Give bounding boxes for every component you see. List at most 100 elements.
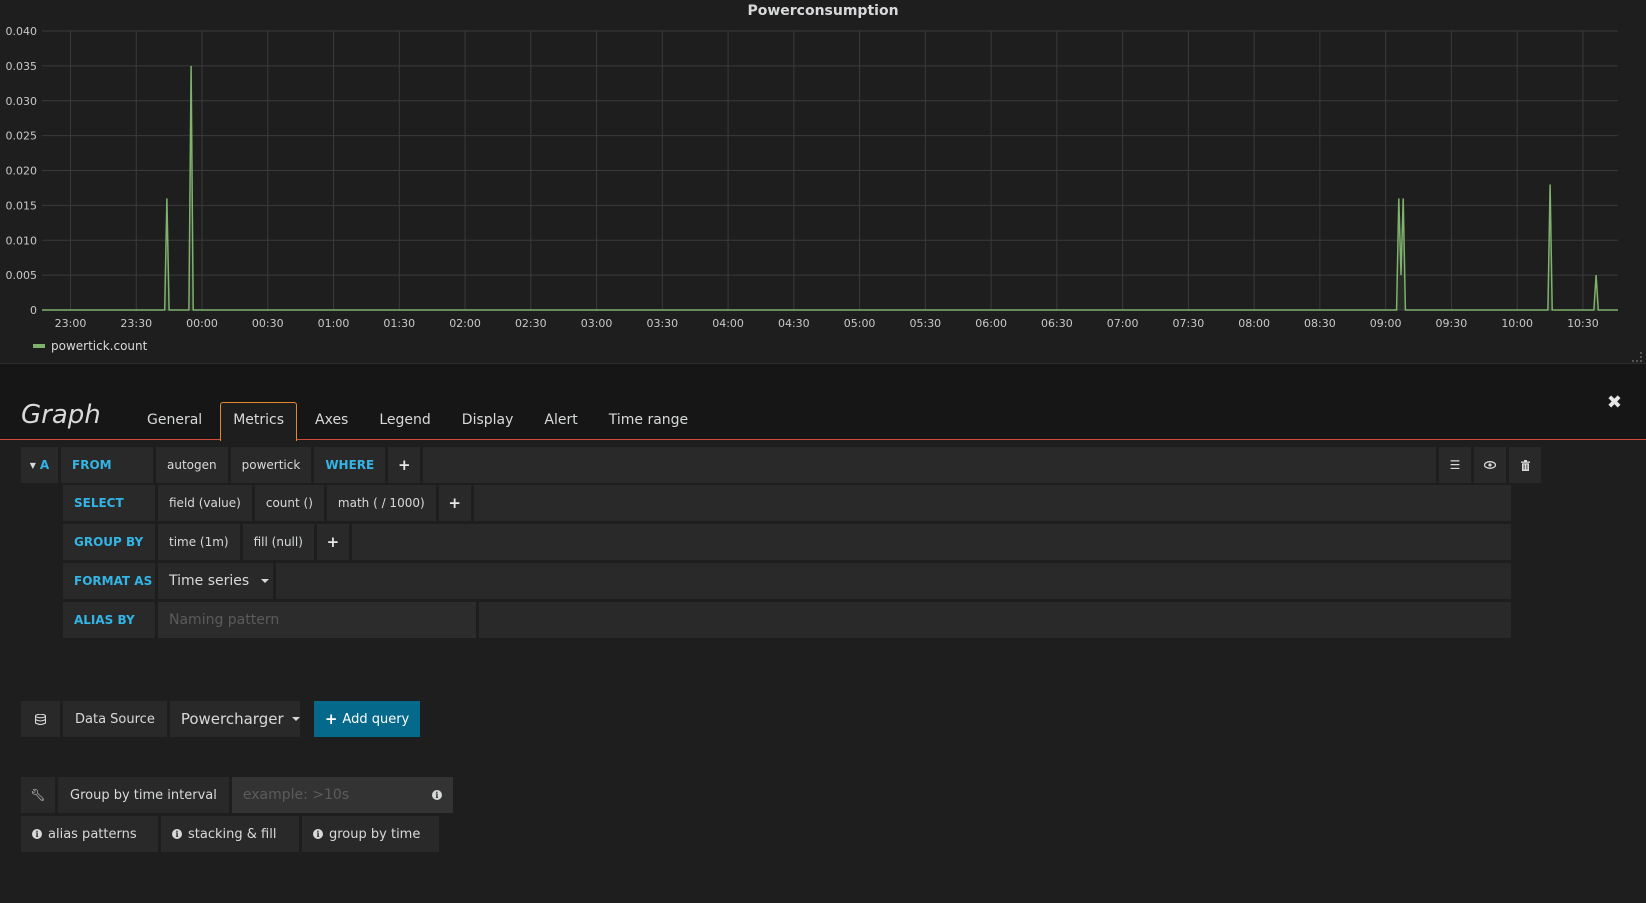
format-as-label: FORMAT AS	[63, 563, 155, 599]
series-line-powertick-count	[42, 65, 1618, 311]
x-tick-label: 05:00	[844, 317, 876, 330]
y-tick-label: 0.005	[6, 269, 38, 282]
help-alias-patterns[interactable]: i alias patterns	[21, 816, 158, 852]
y-tick-label: 0	[30, 304, 37, 317]
caret-down-icon: ▼	[29, 460, 36, 470]
x-tick-label: 06:30	[1041, 317, 1073, 330]
x-tick-label: 08:30	[1304, 317, 1336, 330]
from-policy[interactable]: autogen	[156, 447, 228, 483]
alias-by-input[interactable]: Naming pattern	[158, 602, 476, 638]
database-icon-box	[21, 701, 60, 737]
help-alias-patterns-label: alias patterns	[48, 826, 137, 842]
y-tick-label: 0.015	[6, 199, 38, 212]
group-by-time[interactable]: time (1m)	[158, 524, 240, 560]
from-row-filler	[423, 447, 1436, 483]
editor-header: Graph General Metrics Axes Legend Displa…	[0, 364, 1646, 441]
help-group-by-time-label: group by time	[329, 826, 421, 842]
format-as-value: Time series	[169, 573, 250, 589]
info-icon[interactable]: i	[431, 790, 442, 800]
tab-metrics[interactable]: Metrics	[220, 402, 298, 441]
x-tick-label: 23:00	[55, 317, 87, 330]
format-as-select[interactable]: Time series	[158, 563, 273, 599]
panel-resize-handle[interactable]	[1632, 352, 1642, 362]
x-tick-label: 03:30	[646, 317, 678, 330]
from-label: FROM	[61, 447, 153, 483]
x-tick-label: 00:30	[252, 317, 284, 330]
x-tick-label: 23:30	[120, 317, 152, 330]
x-tick-label: 06:00	[975, 317, 1007, 330]
data-source-select[interactable]: Powercharger	[169, 701, 300, 737]
close-icon[interactable]: ✖	[1607, 392, 1622, 413]
add-where-button[interactable]: +	[388, 447, 421, 483]
add-select-part-button[interactable]: +	[438, 485, 471, 521]
x-tick-label: 01:00	[318, 317, 350, 330]
y-tick-label: 0.025	[6, 130, 38, 143]
query-ref-id: A	[39, 458, 50, 472]
x-tick-label: 05:30	[909, 317, 941, 330]
x-tick-label: 10:30	[1567, 317, 1599, 330]
from-measurement[interactable]: powertick	[230, 447, 312, 483]
y-tick-label: 0.010	[6, 234, 38, 247]
tab-legend[interactable]: Legend	[366, 402, 443, 439]
chart[interactable]: 0 0.005 0.010 0.015 0.020 0.025 0.030 0.035 0.04…	[0, 0, 1646, 340]
group-interval-row: 🔧︎ Group by time interval example: >10s …	[21, 777, 456, 813]
format-as-row-filler	[276, 563, 1511, 599]
legend-item-powertick-count[interactable]: powertick.count	[51, 339, 147, 353]
query-row-select: SELECT field (value) count () math ( / 1…	[63, 485, 1511, 521]
query-row-group-by: GROUP BY time (1m) fill (null) +	[63, 524, 1511, 560]
alias-by-label: ALIAS BY	[63, 602, 155, 638]
remove-query-button[interactable]	[1509, 447, 1541, 483]
caret-down-icon	[261, 579, 270, 583]
tab-display[interactable]: Display	[449, 402, 527, 439]
database-icon	[35, 713, 46, 725]
select-part-math[interactable]: math ( / 1000)	[326, 485, 436, 521]
add-group-by-button[interactable]: +	[316, 524, 349, 560]
group-interval-placeholder: example: >10s	[242, 787, 350, 803]
select-label: SELECT	[63, 485, 155, 521]
tab-axes[interactable]: Axes	[302, 402, 361, 439]
group-interval-label: Group by time interval	[58, 777, 229, 813]
y-tick-label: 0.020	[6, 165, 38, 178]
help-stacking-fill[interactable]: i stacking & fill	[161, 816, 299, 852]
x-tick-label: 10:00	[1501, 317, 1533, 330]
add-query-label: Add query	[342, 711, 410, 727]
y-tick-label: 0.035	[6, 60, 38, 73]
trash-icon	[1520, 459, 1530, 471]
x-tick-label: 02:30	[515, 317, 547, 330]
select-part-field[interactable]: field (value)	[158, 485, 252, 521]
eye-icon	[1484, 461, 1496, 469]
caret-down-icon	[291, 717, 300, 721]
group-interval-input[interactable]: example: >10s i	[231, 777, 453, 813]
x-tick-label: 02:00	[449, 317, 481, 330]
plus-icon: +	[324, 710, 338, 728]
graph-panel: Powerconsumption 0 0.005 0.010 0.015 0.020 0.…	[0, 0, 1646, 364]
toggle-query-visibility-button[interactable]	[1474, 447, 1506, 483]
group-by-row-filler	[351, 524, 1511, 560]
info-icon: i	[32, 829, 42, 839]
editor-title: Graph	[21, 400, 101, 430]
x-tick-label: 00:00	[186, 317, 218, 330]
tab-time-range[interactable]: Time range	[596, 402, 701, 439]
y-tick-label: 0.040	[6, 25, 38, 38]
tab-general[interactable]: General	[134, 402, 215, 439]
query-row-alias-by: ALIAS BY Naming pattern	[63, 602, 1511, 638]
tab-alert[interactable]: Alert	[531, 402, 590, 439]
help-group-by-time[interactable]: i group by time	[302, 816, 439, 852]
x-tick-label: 07:00	[1107, 317, 1139, 330]
add-query-button[interactable]: + Add query	[313, 701, 421, 737]
x-tick-label: 08:00	[1238, 317, 1270, 330]
hamburger-icon: ☰	[1449, 458, 1461, 472]
select-part-count[interactable]: count ()	[254, 485, 324, 521]
select-row-filler	[473, 485, 1511, 521]
where-label: WHERE	[314, 447, 386, 483]
group-by-fill[interactable]: fill (null)	[242, 524, 314, 560]
x-tick-label: 07:30	[1173, 317, 1205, 330]
series-area-powertick-count	[42, 65, 1618, 311]
query-menu-button[interactable]: ☰	[1439, 447, 1471, 483]
datasource-row: Data Source Powercharger + Add query	[21, 701, 423, 737]
y-tick-label: 0.030	[6, 95, 38, 108]
panel-editor: Graph General Metrics Axes Legend Displa…	[0, 364, 1646, 903]
editor-tabs: General Metrics Axes Legend Display Aler…	[134, 402, 706, 441]
wrench-icon-box: 🔧︎	[21, 777, 55, 813]
query-collapse-toggle[interactable]: ▼ A	[21, 447, 58, 483]
